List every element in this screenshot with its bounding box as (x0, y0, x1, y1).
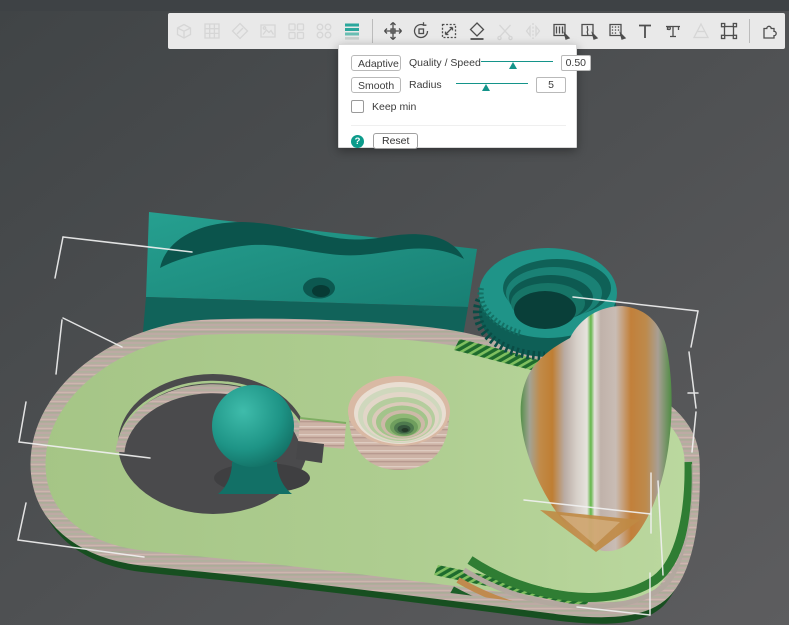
plugin-icon[interactable] (759, 20, 781, 42)
radius-slider[interactable] (456, 79, 528, 91)
quality-value-input[interactable] (560, 54, 591, 71)
radius-slider-track[interactable] (456, 82, 528, 84)
keep-min-row: Keep min (351, 96, 566, 117)
window-top-strip (0, 0, 789, 11)
radius-value-input[interactable] (536, 76, 566, 93)
help-icon[interactable]: ? (351, 134, 364, 148)
model-funnel[interactable] (348, 376, 450, 470)
paint-support-icon[interactable] (550, 20, 572, 42)
radius-label: Radius (409, 78, 442, 91)
quality-speed-label: Quality / Speed (409, 56, 481, 69)
layer-height-panel: Adaptive Quality / Speed Smooth Radius K… (338, 44, 591, 149)
slicer-window: Adaptive Quality / Speed Smooth Radius K… (0, 0, 789, 625)
keep-min-label: Keep min (372, 100, 417, 113)
mirror-icon[interactable] (522, 20, 544, 42)
toolbar-separator (749, 19, 750, 43)
rotate-icon[interactable] (410, 20, 432, 42)
toolbar-separator (372, 19, 373, 43)
radius-slider-thumb[interactable] (482, 84, 491, 91)
reset-button[interactable]: Reset (373, 133, 419, 149)
fuzzy-skin-paint-icon[interactable] (606, 20, 628, 42)
smooth-button[interactable]: Smooth (351, 76, 401, 93)
place-on-face-icon[interactable] (466, 20, 488, 42)
add-part-icon[interactable] (173, 20, 195, 42)
transform-icon[interactable] (718, 20, 740, 42)
edit-part-icon[interactable] (229, 20, 251, 42)
quality-slider[interactable] (480, 57, 553, 69)
radius-row: Smooth Radius (351, 74, 566, 95)
duplicate-icon[interactable] (313, 20, 335, 42)
quality-row: Adaptive Quality / Speed (351, 52, 591, 73)
adaptive-button[interactable]: Adaptive (351, 54, 401, 71)
text-icon[interactable] (634, 20, 656, 42)
measure-icon[interactable] (662, 20, 684, 42)
scale-icon[interactable] (438, 20, 460, 42)
keep-min-checkbox[interactable] (351, 100, 364, 113)
cut-icon[interactable] (494, 20, 516, 42)
panel-footer: ? Reset (351, 125, 566, 149)
image-icon[interactable] (257, 20, 279, 42)
quality-slider-track[interactable] (480, 60, 553, 62)
seam-paint-icon[interactable] (578, 20, 600, 42)
move-icon[interactable] (382, 20, 404, 42)
simplify-icon[interactable] (690, 20, 712, 42)
variable-layer-height-icon[interactable] (341, 20, 363, 42)
arrange-icon[interactable] (285, 20, 307, 42)
quality-slider-thumb[interactable] (508, 62, 517, 69)
delete-grid-icon[interactable] (201, 20, 223, 42)
